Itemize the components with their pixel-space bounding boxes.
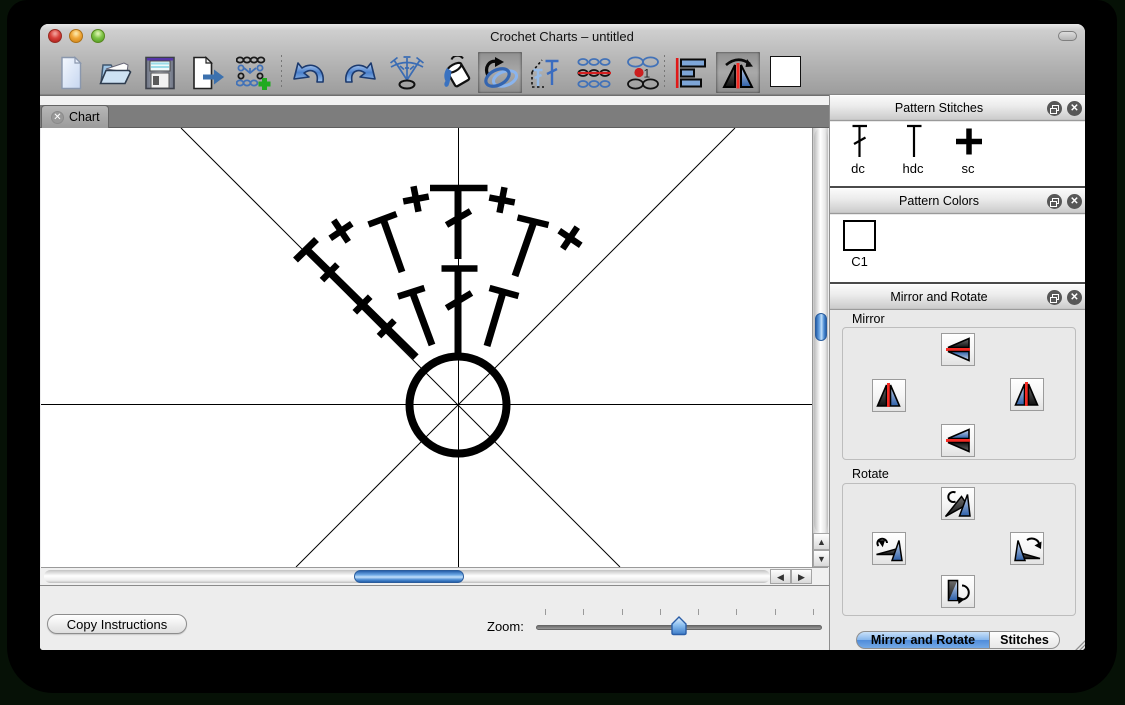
svg-text:1: 1 bbox=[644, 67, 651, 81]
svg-text:dc: dc bbox=[851, 161, 865, 176]
svg-text:hdc: hdc bbox=[903, 161, 924, 176]
svg-text:sc: sc bbox=[962, 161, 976, 176]
